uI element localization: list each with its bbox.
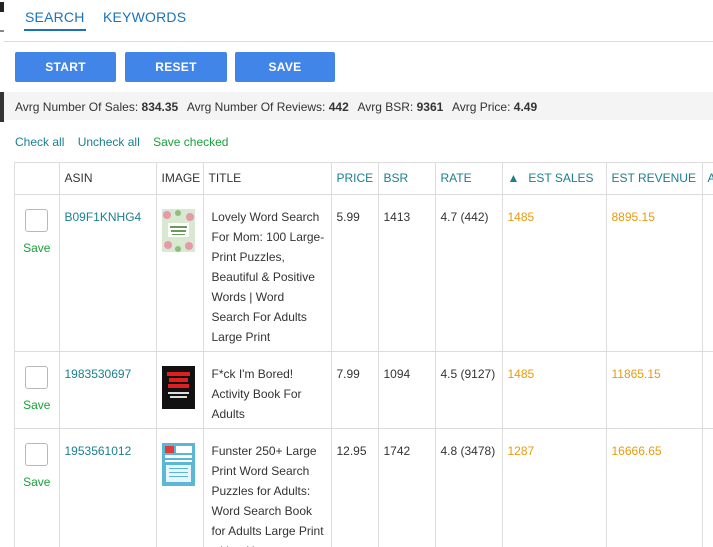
row-save-link[interactable]: Save [15, 472, 59, 492]
header-est-revenue[interactable]: EST REVENUE [606, 163, 703, 195]
cut-off-cell [702, 428, 713, 547]
table-row: Save 1953561012 Funster 250+ Large Print… [15, 428, 713, 547]
save-checked-link[interactable]: Save checked [153, 135, 228, 149]
rate-cell: 4.5 (9127) [435, 351, 503, 429]
bsr-cell: 1742 [378, 428, 436, 547]
est-sales-cell: 1485 [502, 194, 607, 352]
asin-link[interactable]: B09F1KNHG4 [65, 210, 142, 224]
rate-cell: 4.8 (3478) [435, 428, 503, 547]
book-cover-image [161, 365, 195, 409]
tab-bar: SEARCH KEYWORDS [4, 0, 713, 42]
table-row: Save 1983530697 F*ck I'm Bored! Activity… [15, 351, 713, 429]
price-cell: 5.99 [331, 194, 379, 352]
header-est-sales[interactable]: ▲ EST SALES [502, 163, 607, 195]
price-cell: 7.99 [331, 351, 379, 429]
price-cell: 12.95 [331, 428, 379, 547]
save-button[interactable]: SAVE [235, 52, 335, 82]
header-select [15, 163, 60, 195]
bsr-cell: 1094 [378, 351, 436, 429]
book-cover-thumbnail[interactable] [161, 365, 198, 409]
header-rate[interactable]: RATE [435, 163, 503, 195]
avg-sales-label: Avrg Number Of Sales: [15, 100, 139, 114]
check-all-link[interactable]: Check all [15, 135, 64, 149]
book-cover-image [161, 442, 195, 486]
avg-price-value: 4.49 [513, 100, 538, 114]
row-select-cell: Save [15, 351, 60, 429]
title-cell: F*ck I'm Bored! Activity Book For Adults [203, 351, 332, 429]
avg-bsr-value: 9361 [416, 100, 444, 114]
est-sales-cell: 1485 [502, 351, 607, 429]
sort-ascending-icon: ▲ [507, 171, 520, 185]
header-image: IMAGE [156, 163, 204, 195]
avg-bsr-label: Avrg BSR: [357, 100, 414, 114]
active-tab-indicator [24, 29, 86, 31]
title-cell: Funster 250+ Large Print Word Search Puz… [203, 428, 332, 547]
asin-cell: B09F1KNHG4 [59, 194, 157, 352]
tab-keywords[interactable]: KEYWORDS [103, 9, 186, 25]
results-table: ASIN IMAGE TITLE PRICE BSR RATE ▲ EST SAL… [15, 163, 713, 547]
asin-link[interactable]: 1953561012 [65, 444, 132, 458]
extension-panel: SEARCH KEYWORDS START RESET SAVE Avrg Nu… [4, 0, 713, 547]
est-revenue-cell: 11865.15 [606, 351, 703, 429]
asin-cell: 1953561012 [59, 428, 157, 547]
reset-button[interactable]: RESET [125, 52, 227, 82]
image-cell [156, 428, 204, 547]
uncheck-all-link[interactable]: Uncheck all [78, 135, 140, 149]
header-bsr[interactable]: BSR [378, 163, 436, 195]
header-est-sales-label: EST SALES [528, 171, 594, 185]
image-cell [156, 194, 204, 352]
est-revenue-cell: 8895.15 [606, 194, 703, 352]
avg-price-label: Avrg Price: [451, 100, 511, 114]
start-button[interactable]: START [15, 52, 116, 82]
header-cut-off[interactable]: A [702, 163, 713, 195]
book-cover-thumbnail[interactable] [161, 208, 198, 252]
title-cell: Lovely Word Search For Mom: 100 Large-Pr… [203, 194, 332, 352]
row-save-link[interactable]: Save [15, 238, 59, 258]
row-select-cell: Save [15, 194, 60, 352]
selection-links: Check all Uncheck all Save checked [15, 135, 238, 149]
book-cover-thumbnail[interactable] [161, 442, 198, 486]
table-header-row: ASIN IMAGE TITLE PRICE BSR RATE ▲ EST SAL… [15, 163, 713, 195]
row-save-link[interactable]: Save [15, 395, 59, 415]
book-cover-image [161, 208, 195, 252]
avg-sales-value: 834.35 [141, 100, 179, 114]
cut-off-cell [702, 194, 713, 352]
header-title[interactable]: TITLE [203, 163, 332, 195]
image-cell [156, 351, 204, 429]
est-sales-cell: 1287 [502, 428, 607, 547]
row-checkbox[interactable] [25, 208, 49, 232]
results-table-container[interactable]: ASIN IMAGE TITLE PRICE BSR RATE ▲ EST SAL… [14, 162, 713, 547]
avg-reviews-value: 442 [328, 100, 349, 114]
row-checkbox[interactable] [25, 365, 49, 389]
tab-search[interactable]: SEARCH [25, 9, 85, 25]
avg-reviews-label: Avrg Number Of Reviews: [186, 100, 326, 114]
cut-off-cell [702, 351, 713, 429]
bsr-cell: 1413 [378, 194, 436, 352]
asin-link[interactable]: 1983530697 [65, 367, 132, 381]
est-revenue-cell: 16666.65 [606, 428, 703, 547]
header-asin[interactable]: ASIN [59, 163, 157, 195]
row-checkbox[interactable] [25, 442, 49, 466]
rate-cell: 4.7 (442) [435, 194, 503, 352]
table-row: Save B09F1KNHG4 Lovely Word Search For M… [15, 194, 713, 352]
asin-cell: 1983530697 [59, 351, 157, 429]
row-select-cell: Save [15, 428, 60, 547]
averages-bar: Avrg Number Of Sales: 834.35 Avrg Number… [4, 92, 713, 120]
header-price[interactable]: PRICE [331, 163, 379, 195]
